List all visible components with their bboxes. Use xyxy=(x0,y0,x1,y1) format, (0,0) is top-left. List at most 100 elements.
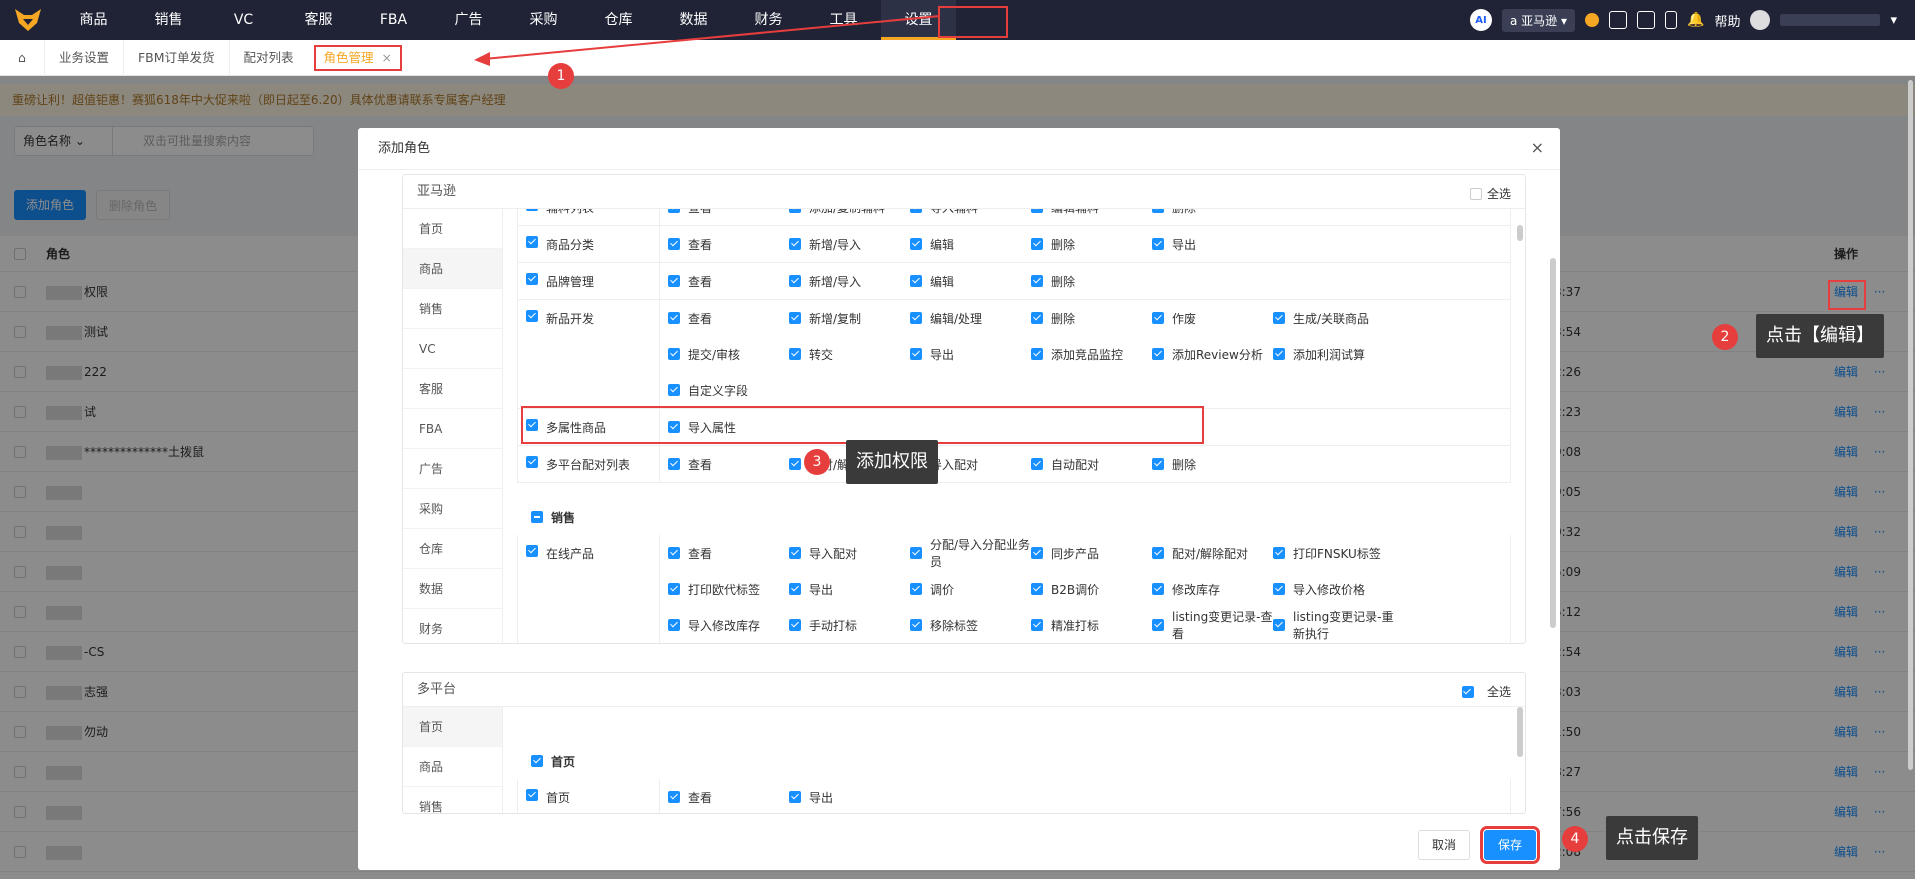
checkbox[interactable] xyxy=(1152,238,1164,250)
coin-icon[interactable] xyxy=(1585,13,1600,27)
module-nav-item[interactable]: 采购 xyxy=(403,489,502,529)
permission-item[interactable]: 导出 xyxy=(789,779,910,813)
close-icon[interactable]: × xyxy=(1531,138,1544,157)
checkbox[interactable] xyxy=(910,348,922,360)
module-nav-item[interactable]: 销售 xyxy=(403,289,502,329)
checkbox[interactable] xyxy=(526,236,538,248)
select-all[interactable]: 全选 xyxy=(1461,683,1511,700)
permission-item[interactable]: 导入修改库存 xyxy=(668,607,789,643)
permission-group[interactable]: 商品分类 xyxy=(518,226,660,262)
nav-item[interactable]: 客服 xyxy=(281,0,356,40)
checkbox[interactable] xyxy=(1031,458,1043,470)
permission-item[interactable]: 打印欧代标签 xyxy=(668,571,789,607)
permission-item[interactable]: 新增/导入 xyxy=(789,263,910,299)
checkbox[interactable] xyxy=(668,275,680,287)
checkbox[interactable] xyxy=(1152,547,1164,559)
scrollbar[interactable] xyxy=(1517,707,1523,757)
permission-item[interactable]: 添加Review分析 xyxy=(1152,336,1273,372)
permission-item[interactable]: 转交 xyxy=(789,336,910,372)
permission-item[interactable]: 自动配对 xyxy=(1031,446,1152,482)
permission-item[interactable]: 修改库存 xyxy=(1152,571,1273,607)
permission-item[interactable]: 自定义字段 xyxy=(668,372,789,408)
select-all-checkbox[interactable] xyxy=(1469,187,1482,200)
permission-item[interactable]: 调价 xyxy=(910,571,1031,607)
checkbox[interactable] xyxy=(789,458,801,470)
checkbox[interactable] xyxy=(910,275,922,287)
checkbox[interactable] xyxy=(668,458,680,470)
permission-item[interactable]: 编辑 xyxy=(910,263,1031,299)
section-home[interactable]: 首页 xyxy=(517,743,1511,779)
permission-item[interactable]: 编辑/处理 xyxy=(910,300,1031,336)
checkbox[interactable] xyxy=(789,547,801,559)
shop-switcher[interactable]: a 亚马逊 ▾ xyxy=(1502,8,1576,32)
permission-item[interactable]: 删除 xyxy=(1031,300,1152,336)
checkbox[interactable] xyxy=(1273,547,1285,559)
module-nav-item[interactable]: 首页 xyxy=(403,209,502,249)
permission-item[interactable]: listing变更记录-查看 xyxy=(1152,607,1273,643)
checkbox[interactable] xyxy=(1031,348,1043,360)
checkbox[interactable] xyxy=(526,310,538,322)
close-icon[interactable]: × xyxy=(382,50,392,65)
checkbox[interactable] xyxy=(789,791,801,803)
checkbox[interactable] xyxy=(789,348,801,360)
module-nav-item[interactable]: VC xyxy=(403,329,502,369)
checkbox[interactable] xyxy=(1031,583,1043,595)
module-nav-item[interactable]: 仓库 xyxy=(403,529,502,569)
checkbox[interactable] xyxy=(531,755,543,767)
checkbox[interactable] xyxy=(789,619,801,631)
checkbox[interactable] xyxy=(1152,583,1164,595)
module-nav-item[interactable]: 商品 xyxy=(403,249,502,289)
checkbox[interactable] xyxy=(526,545,538,557)
checkbox[interactable] xyxy=(1031,209,1043,213)
checkbox[interactable] xyxy=(1031,275,1043,287)
permission-item[interactable]: 删除 xyxy=(1152,446,1273,482)
module-nav-item[interactable]: 财务 xyxy=(403,609,502,643)
checkbox[interactable] xyxy=(789,275,801,287)
permission-item[interactable]: 导出 xyxy=(910,336,1031,372)
checkbox[interactable] xyxy=(668,619,680,631)
checkbox[interactable] xyxy=(1152,619,1164,631)
checkbox[interactable] xyxy=(668,348,680,360)
checkbox[interactable] xyxy=(1273,583,1285,595)
user-name-redacted[interactable] xyxy=(1780,14,1881,26)
permission-item[interactable]: 移除标签 xyxy=(910,607,1031,643)
checkbox[interactable] xyxy=(1152,312,1164,324)
permission-item[interactable]: 提交/审核 xyxy=(668,336,789,372)
checkbox[interactable] xyxy=(668,384,680,396)
checkbox[interactable] xyxy=(668,583,680,595)
checkbox[interactable] xyxy=(789,209,801,213)
permission-item[interactable]: 新增/导入 xyxy=(789,226,910,262)
bell-icon[interactable]: 🔔 xyxy=(1687,12,1704,28)
nav-item[interactable]: 销售 xyxy=(131,0,206,40)
permission-item[interactable]: 查看 xyxy=(668,779,789,813)
checkbox[interactable] xyxy=(1152,348,1164,360)
permission-item[interactable]: 删除 xyxy=(1031,226,1152,262)
permission-item[interactable]: 作废 xyxy=(1152,300,1273,336)
module-nav-item[interactable]: FBA xyxy=(403,409,502,449)
checkbox[interactable] xyxy=(526,209,538,211)
permission-item[interactable]: 删除 xyxy=(1152,209,1273,225)
permission-item[interactable]: 手动打标 xyxy=(789,607,910,643)
mobile-icon[interactable] xyxy=(1665,11,1678,29)
checkbox[interactable] xyxy=(1273,312,1285,324)
checkbox[interactable] xyxy=(526,273,538,285)
checkbox[interactable] xyxy=(1031,238,1043,250)
permission-item[interactable]: 编辑辅料 xyxy=(1031,209,1152,225)
ai-assistant-button[interactable]: AI xyxy=(1470,9,1492,31)
permission-item[interactable]: 分配/导入分配业务员 xyxy=(910,535,1031,571)
permission-item[interactable]: 查看 xyxy=(668,226,789,262)
checkbox[interactable] xyxy=(789,238,801,250)
permission-item[interactable]: 查看 xyxy=(668,535,789,571)
nav-item[interactable]: FBA xyxy=(356,0,431,40)
checkbox[interactable] xyxy=(1031,619,1043,631)
permission-item[interactable]: 导入配对 xyxy=(789,535,910,571)
module-nav-item[interactable]: 首页 xyxy=(403,707,502,747)
checkbox[interactable] xyxy=(910,619,922,631)
chevron-down-icon[interactable]: ▾ xyxy=(1890,13,1897,28)
permission-item[interactable]: 导入修改价格 xyxy=(1273,571,1394,607)
permission-item[interactable]: 删除 xyxy=(1031,263,1152,299)
permission-item[interactable]: 生成/关联商品 xyxy=(1273,300,1394,336)
tab-business-settings[interactable]: 业务设置 xyxy=(45,39,124,76)
checkbox[interactable] xyxy=(1273,619,1285,631)
checkbox[interactable] xyxy=(1273,348,1285,360)
